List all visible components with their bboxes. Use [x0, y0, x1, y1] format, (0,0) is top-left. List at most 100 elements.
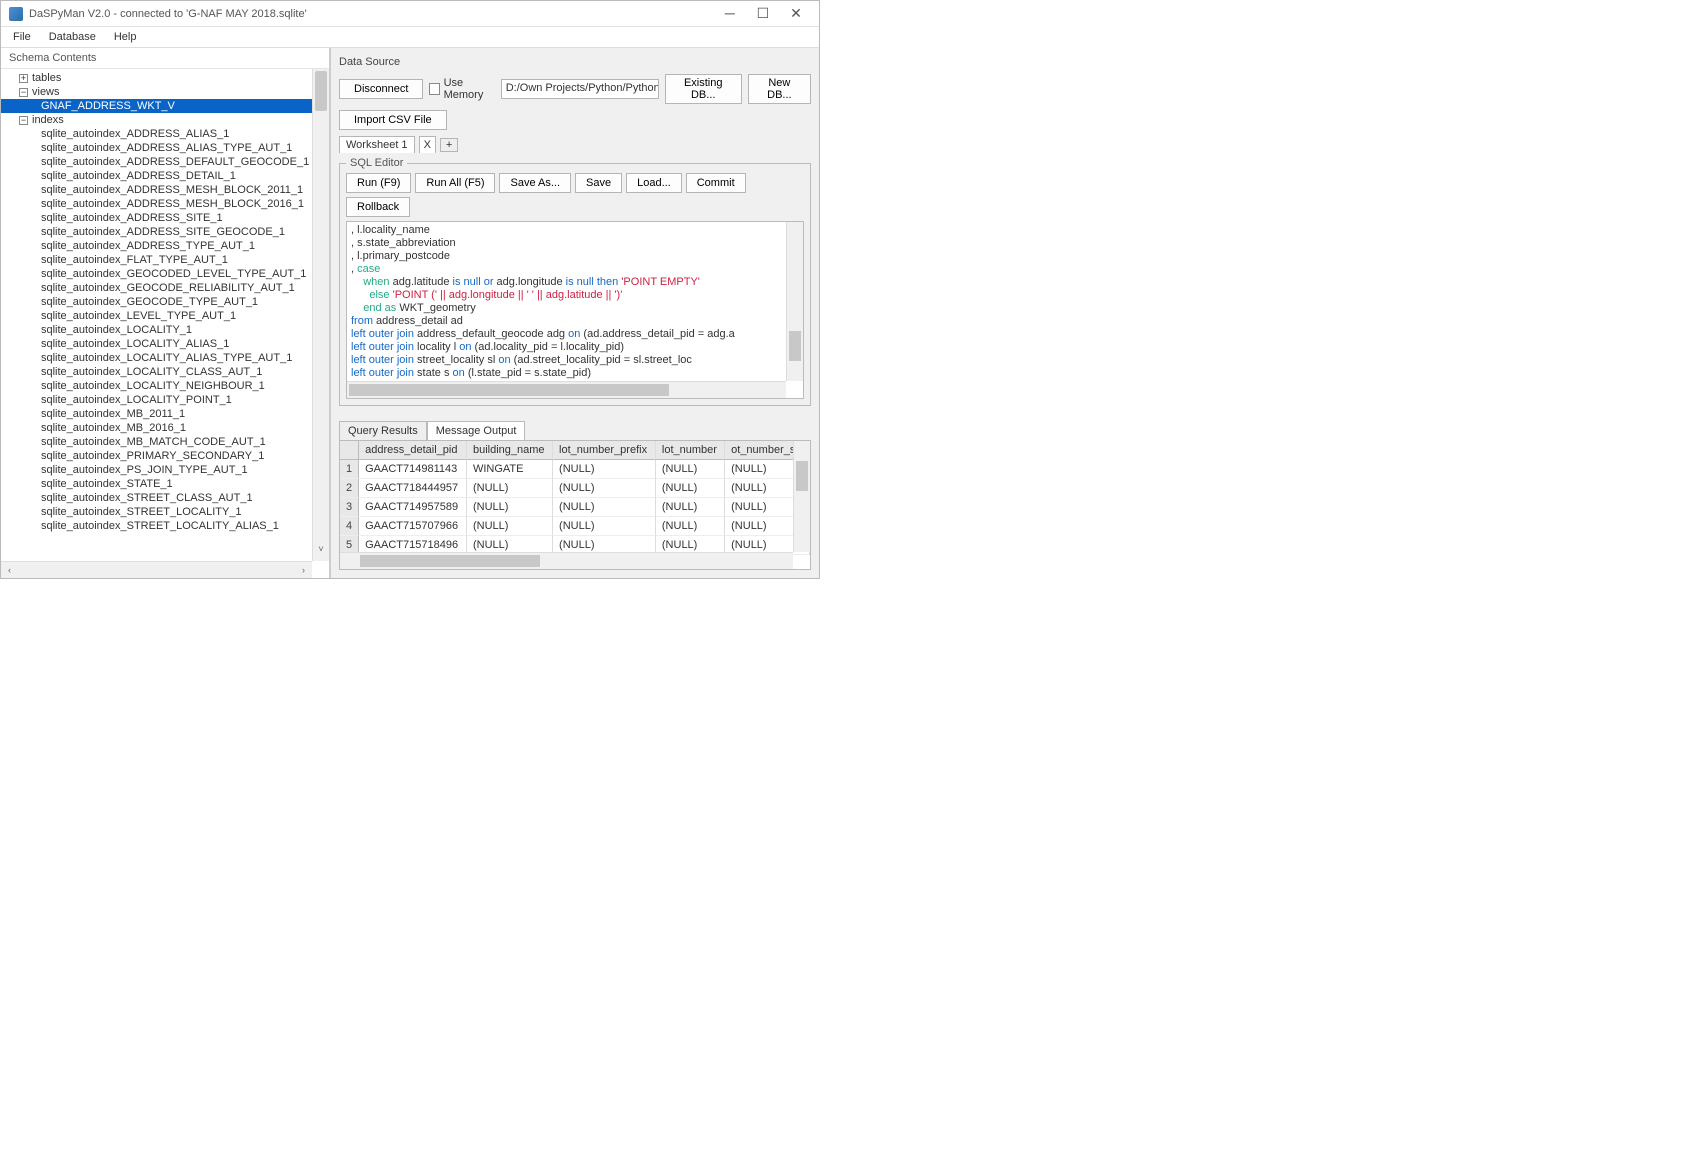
tree-item[interactable]: sqlite_autoindex_MB_2011_1: [1, 407, 329, 421]
column-header[interactable]: building_name: [467, 441, 553, 460]
tree-item-selected-view[interactable]: GNAF_ADDRESS_WKT_V: [1, 99, 329, 113]
scrollbar-thumb[interactable]: [360, 555, 540, 567]
column-header[interactable]: lot_number: [656, 441, 725, 460]
tree-item[interactable]: sqlite_autoindex_FLAT_TYPE_AUT_1: [1, 253, 329, 267]
import-csv-button[interactable]: Import CSV File: [339, 110, 447, 130]
disconnect-button[interactable]: Disconnect: [339, 79, 423, 99]
worksheet-close-button[interactable]: X: [419, 136, 436, 153]
load-button[interactable]: Load...: [626, 173, 682, 193]
table-row[interactable]: 4GAACT715707966(NULL)(NULL)(NULL)(NULL): [340, 517, 810, 536]
tree-vertical-scrollbar[interactable]: ˄ ˅: [312, 69, 329, 561]
save-button[interactable]: Save: [575, 173, 622, 193]
table-row[interactable]: 3GAACT714957589(NULL)(NULL)(NULL)(NULL): [340, 498, 810, 517]
scrollbar-thumb[interactable]: [796, 461, 808, 491]
tree-horizontal-scrollbar[interactable]: ‹ ›: [1, 561, 312, 578]
close-button[interactable]: ✕: [781, 5, 811, 22]
grid-horizontal-scrollbar[interactable]: [340, 552, 793, 569]
tree-item[interactable]: sqlite_autoindex_STREET_LOCALITY_ALIAS_1: [1, 519, 329, 533]
tree-item[interactable]: sqlite_autoindex_ADDRESS_ALIAS_1: [1, 127, 329, 141]
tree-item[interactable]: sqlite_autoindex_MB_2016_1: [1, 421, 329, 435]
tab-message-output[interactable]: Message Output: [427, 421, 526, 441]
table-cell[interactable]: (NULL): [553, 498, 656, 517]
tree-item[interactable]: sqlite_autoindex_LOCALITY_CLASS_AUT_1: [1, 365, 329, 379]
tree-item[interactable]: sqlite_autoindex_ADDRESS_SITE_GEOCODE_1: [1, 225, 329, 239]
tree-item[interactable]: sqlite_autoindex_LOCALITY_ALIAS_TYPE_AUT…: [1, 351, 329, 365]
scrollbar-thumb[interactable]: [349, 384, 669, 396]
save-as-button[interactable]: Save As...: [499, 173, 571, 193]
tree-item[interactable]: sqlite_autoindex_GEOCODE_RELIABILITY_AUT…: [1, 281, 329, 295]
tree-node-indexs[interactable]: −indexs: [1, 113, 329, 127]
results-grid[interactable]: address_detail_pidbuilding_namelot_numbe…: [339, 440, 811, 570]
scrollbar-thumb[interactable]: [789, 331, 801, 361]
tree-item[interactable]: sqlite_autoindex_LEVEL_TYPE_AUT_1: [1, 309, 329, 323]
maximize-button[interactable]: ☐: [748, 5, 778, 22]
tree-item[interactable]: sqlite_autoindex_ADDRESS_DEFAULT_GEOCODE…: [1, 155, 329, 169]
table-cell[interactable]: WINGATE: [467, 460, 553, 479]
menu-file[interactable]: File: [5, 29, 39, 45]
code-vertical-scrollbar[interactable]: [786, 222, 803, 381]
rollback-button[interactable]: Rollback: [346, 197, 410, 217]
code-horizontal-scrollbar[interactable]: [347, 381, 786, 398]
tab-query-results[interactable]: Query Results: [339, 421, 427, 441]
column-header[interactable]: lot_number_prefix: [553, 441, 656, 460]
scroll-left-icon[interactable]: ‹: [1, 562, 18, 578]
menu-database[interactable]: Database: [41, 29, 104, 45]
tree-item[interactable]: sqlite_autoindex_GEOCODE_TYPE_AUT_1: [1, 295, 329, 309]
minimize-button[interactable]: ─: [715, 5, 745, 21]
column-header[interactable]: address_detail_pid: [359, 441, 467, 460]
table-cell[interactable]: (NULL): [553, 460, 656, 479]
grid-vertical-scrollbar[interactable]: [793, 441, 810, 552]
tree-item[interactable]: sqlite_autoindex_LOCALITY_1: [1, 323, 329, 337]
run-button[interactable]: Run (F9): [346, 173, 411, 193]
table-cell[interactable]: GAACT714981143: [359, 460, 467, 479]
worksheet-tab[interactable]: Worksheet 1: [339, 136, 415, 153]
tree-item[interactable]: sqlite_autoindex_PS_JOIN_TYPE_AUT_1: [1, 463, 329, 477]
schema-tree[interactable]: +tables −views GNAF_ADDRESS_WKT_V −index…: [1, 69, 329, 578]
table-cell[interactable]: (NULL): [467, 479, 553, 498]
tree-item[interactable]: sqlite_autoindex_LOCALITY_ALIAS_1: [1, 337, 329, 351]
menu-help[interactable]: Help: [106, 29, 145, 45]
commit-button[interactable]: Commit: [686, 173, 746, 193]
tree-item[interactable]: sqlite_autoindex_LOCALITY_NEIGHBOUR_1: [1, 379, 329, 393]
table-cell[interactable]: (NULL): [553, 479, 656, 498]
tree-item[interactable]: sqlite_autoindex_MB_MATCH_CODE_AUT_1: [1, 435, 329, 449]
tree-item[interactable]: sqlite_autoindex_ADDRESS_TYPE_AUT_1: [1, 239, 329, 253]
tree-node-views[interactable]: −views: [1, 85, 329, 99]
table-cell[interactable]: GAACT715707966: [359, 517, 467, 536]
tree-item[interactable]: sqlite_autoindex_ADDRESS_SITE_1: [1, 211, 329, 225]
table-cell[interactable]: (NULL): [656, 479, 725, 498]
sql-code-editor[interactable]: , l.locality_name , s.state_abbreviation…: [346, 221, 804, 399]
new-db-button[interactable]: New DB...: [748, 74, 811, 104]
table-cell[interactable]: (NULL): [656, 498, 725, 517]
collapse-icon[interactable]: −: [19, 116, 28, 125]
scrollbar-thumb[interactable]: [315, 71, 327, 111]
scroll-right-icon[interactable]: ›: [295, 562, 312, 578]
use-memory-checkbox[interactable]: Use Memory: [429, 77, 494, 101]
tree-item[interactable]: sqlite_autoindex_STATE_1: [1, 477, 329, 491]
table-cell[interactable]: (NULL): [467, 517, 553, 536]
db-path-field[interactable]: D:/Own Projects/Python/Python Apps/I: [501, 79, 659, 99]
tree-item[interactable]: sqlite_autoindex_ADDRESS_MESH_BLOCK_2016…: [1, 197, 329, 211]
tree-item[interactable]: sqlite_autoindex_GEOCODED_LEVEL_TYPE_AUT…: [1, 267, 329, 281]
table-cell[interactable]: GAACT714957589: [359, 498, 467, 517]
tree-item[interactable]: sqlite_autoindex_STREET_CLASS_AUT_1: [1, 491, 329, 505]
worksheet-add-button[interactable]: +: [440, 138, 458, 152]
table-cell[interactable]: (NULL): [553, 517, 656, 536]
existing-db-button[interactable]: Existing DB...: [665, 74, 742, 104]
table-cell[interactable]: (NULL): [656, 460, 725, 479]
tree-item[interactable]: sqlite_autoindex_STREET_LOCALITY_1: [1, 505, 329, 519]
tree-item[interactable]: sqlite_autoindex_LOCALITY_POINT_1: [1, 393, 329, 407]
tree-node-tables[interactable]: +tables: [1, 71, 329, 85]
tree-item[interactable]: sqlite_autoindex_PRIMARY_SECONDARY_1: [1, 449, 329, 463]
tree-item[interactable]: sqlite_autoindex_ADDRESS_ALIAS_TYPE_AUT_…: [1, 141, 329, 155]
run-all-button[interactable]: Run All (F5): [415, 173, 495, 193]
table-cell[interactable]: (NULL): [656, 517, 725, 536]
tree-item[interactable]: sqlite_autoindex_ADDRESS_DETAIL_1: [1, 169, 329, 183]
table-row[interactable]: 1GAACT714981143WINGATE(NULL)(NULL)(NULL): [340, 460, 810, 479]
tree-item[interactable]: sqlite_autoindex_ADDRESS_MESH_BLOCK_2011…: [1, 183, 329, 197]
scroll-down-icon[interactable]: ˅: [313, 544, 329, 561]
expand-icon[interactable]: +: [19, 74, 28, 83]
table-cell[interactable]: (NULL): [467, 498, 553, 517]
table-row[interactable]: 2GAACT718444957(NULL)(NULL)(NULL)(NULL): [340, 479, 810, 498]
collapse-icon[interactable]: −: [19, 88, 28, 97]
